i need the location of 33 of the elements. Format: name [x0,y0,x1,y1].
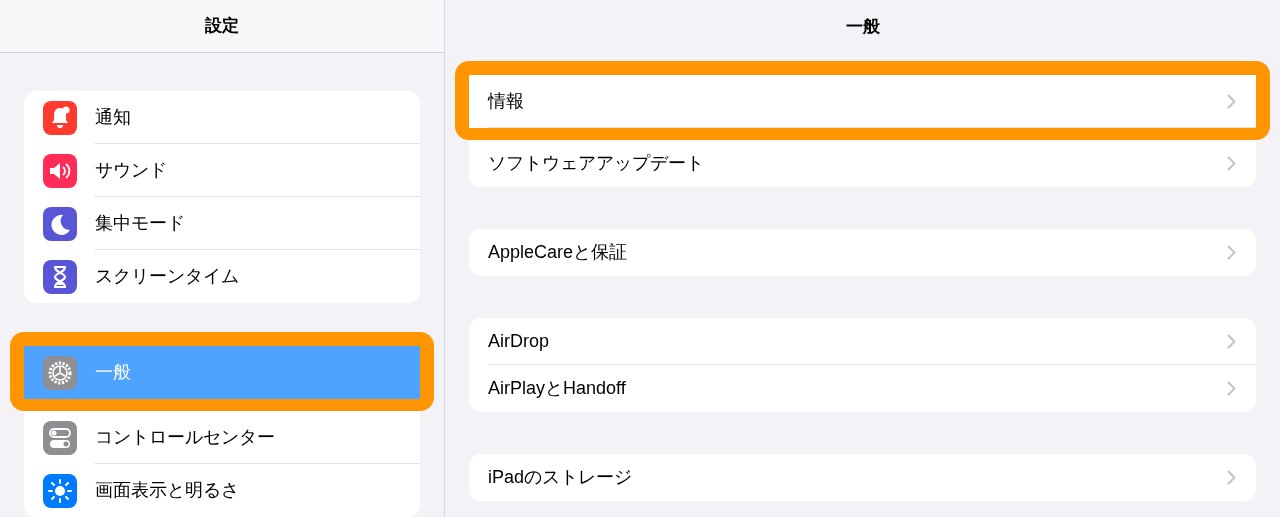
item-label: サウンド [95,158,167,182]
row-label: 情報 [488,89,524,113]
settings-row[interactable]: AirPlayとHandoff [469,365,1256,412]
sidebar-item[interactable]: 画面表示と明るさ [24,464,420,517]
settings-row[interactable]: AppleCareと保証 [469,229,1256,276]
row-label: AirPlayとHandoff [488,377,626,400]
sidebar-item[interactable]: スクリーンタイム [24,250,420,303]
chevron-icon [1227,470,1236,485]
chevron-icon [1227,245,1236,260]
item-label: スクリーンタイム [95,265,239,288]
item-label: 画面表示と明るさ [95,479,239,502]
sidebar-item[interactable]: 通知 [24,91,420,144]
row-label: ソフトウェアアップデート [488,152,704,175]
chevron-icon [1227,93,1236,109]
item-label: コントロールセンター [95,425,275,449]
chevron-icon [1227,156,1236,171]
sidebar-item[interactable]: 集中モード [24,197,420,250]
settings-row[interactable]: iPadのストレージ [469,454,1256,501]
sidebar-title: 設定 [205,15,239,38]
row-label: AppleCareと保証 [488,241,628,264]
settings-row[interactable]: AirDrop [469,318,1256,365]
settings-row[interactable]: ソフトウェアアップデート [469,140,1256,187]
settings-row[interactable]: 情報 [455,61,1270,140]
row-label: AirDrop [488,329,549,353]
chevron-icon [1227,333,1236,349]
item-label: 一般 [95,361,131,384]
chevron-icon [1227,381,1236,396]
sidebar-item[interactable]: コントロールセンター [24,411,420,464]
row-label: iPadのストレージ [488,466,633,489]
sidebar-item[interactable]: サウンド [24,144,420,197]
item-label: 通知 [95,105,131,129]
item-label: 集中モード [95,211,185,235]
page-title: 一般 [845,15,880,38]
